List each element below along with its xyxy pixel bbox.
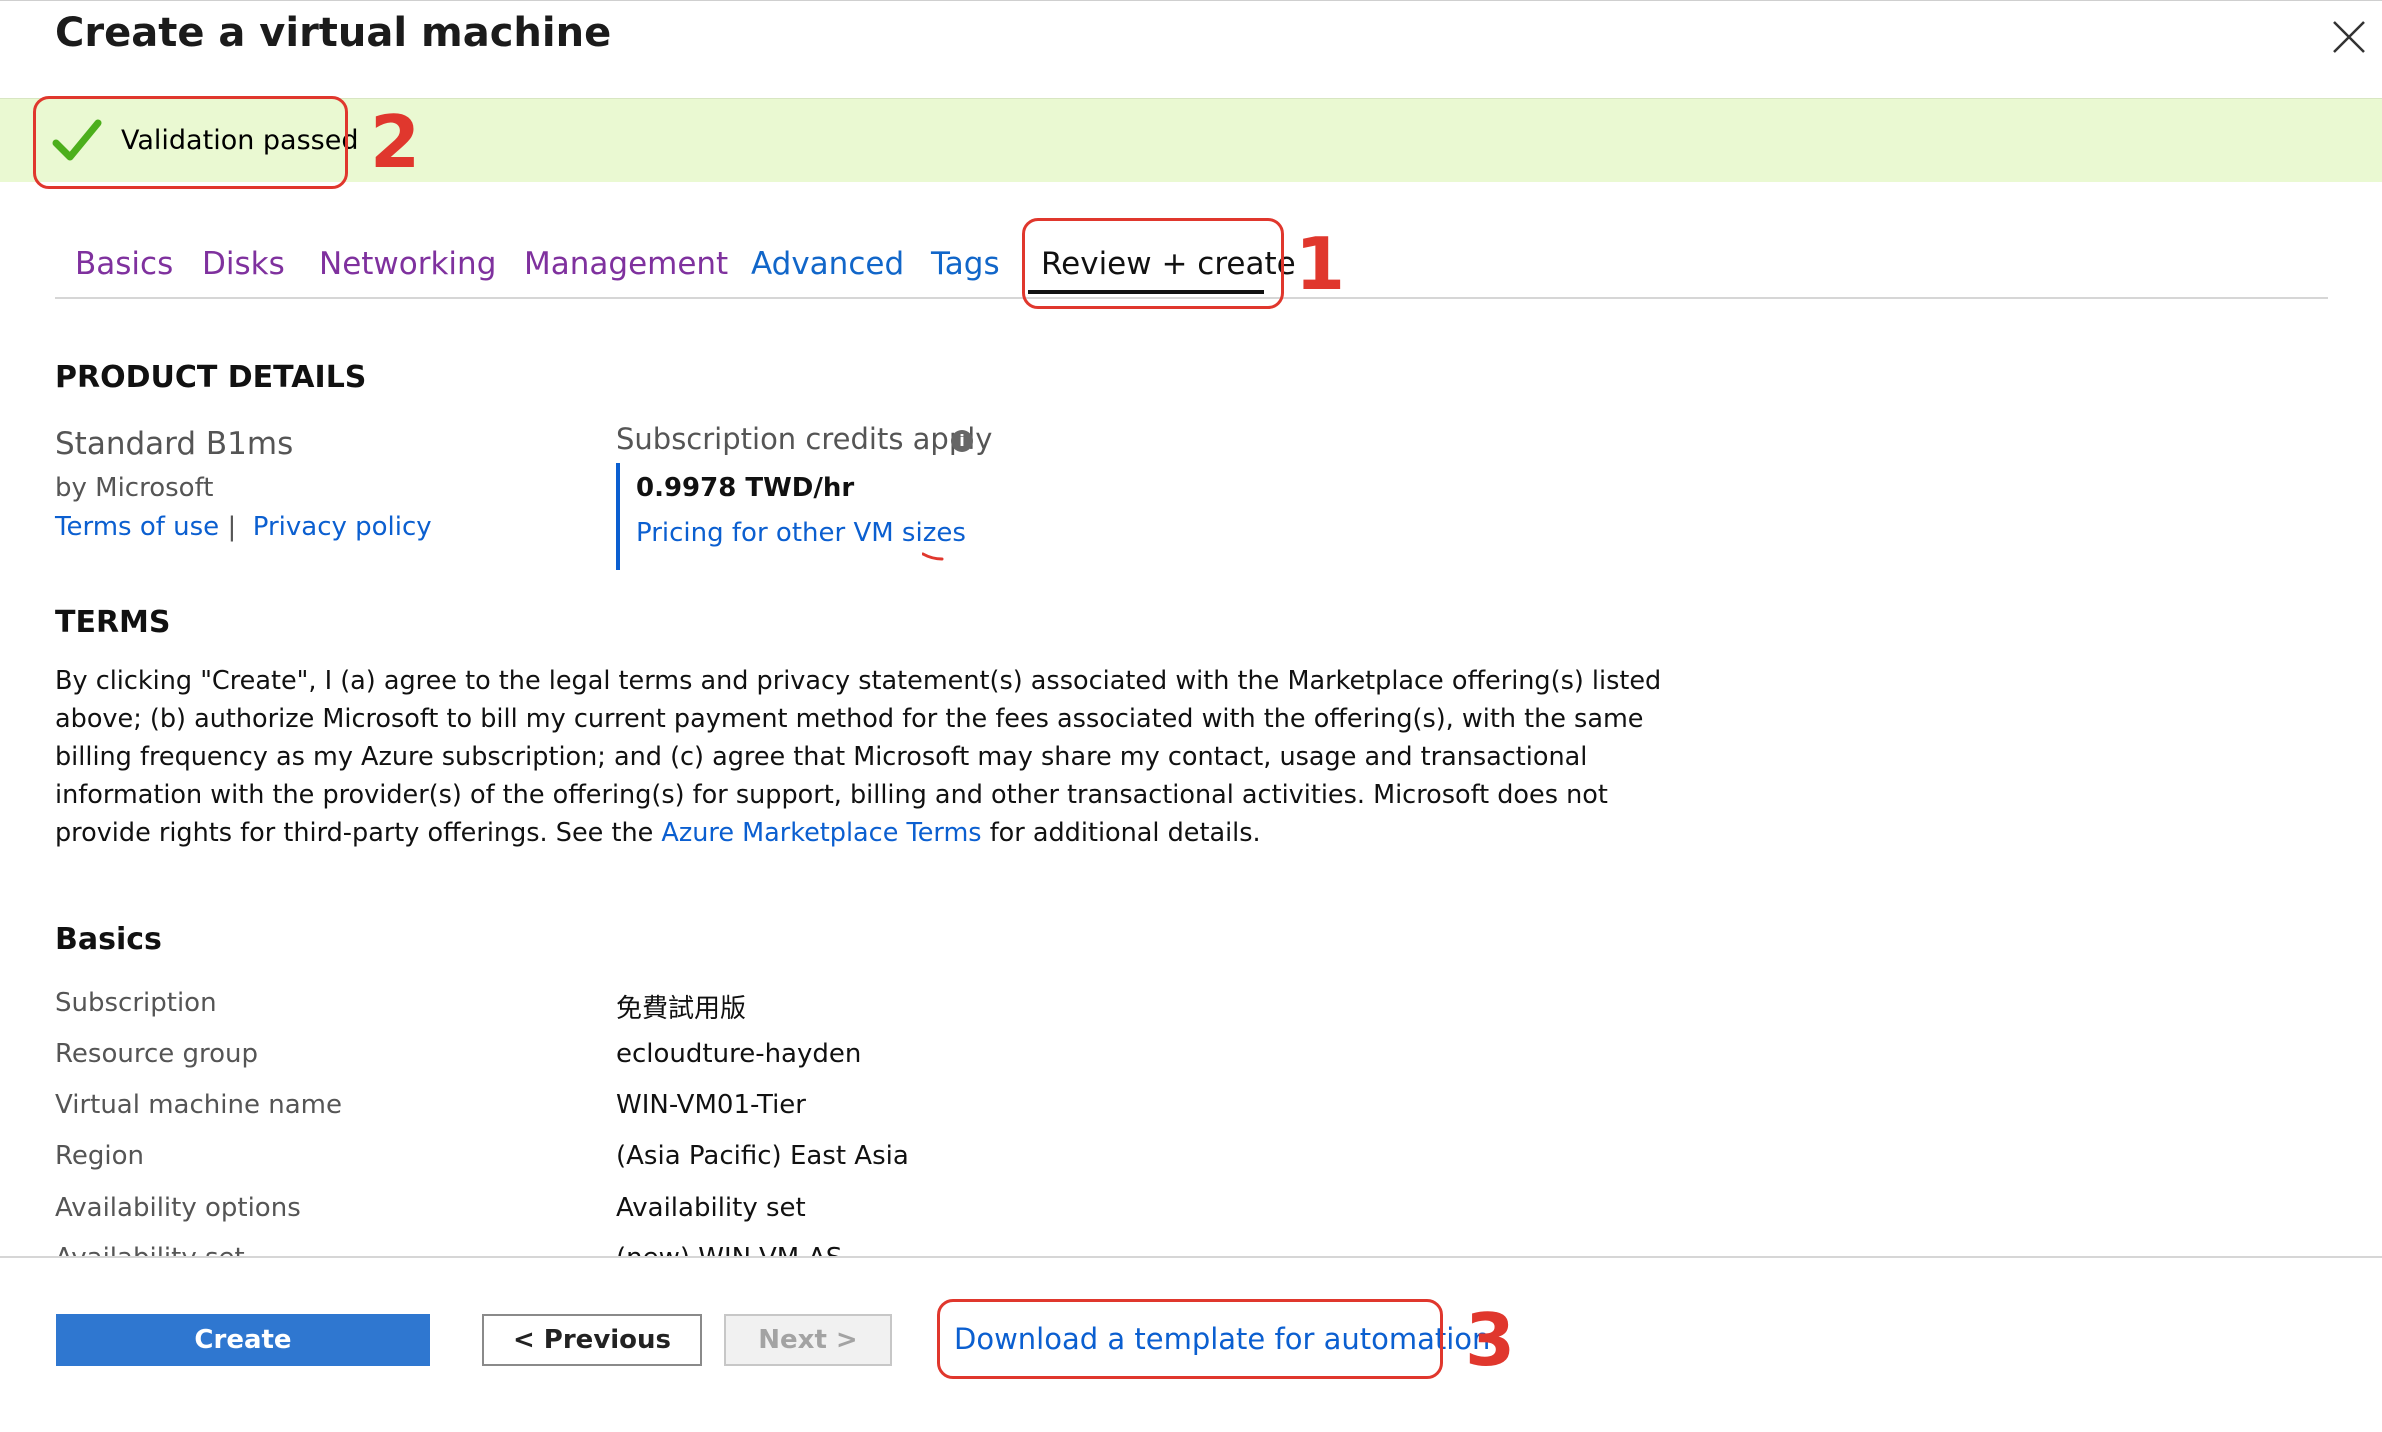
tab-advanced[interactable]: Advanced xyxy=(751,246,904,282)
row-label-availability-options: Availability options xyxy=(55,1193,301,1223)
annotation-number-2: 2 xyxy=(370,100,421,184)
annotation-box-review-tab xyxy=(1022,218,1284,309)
row-label-subscription: Subscription xyxy=(55,988,217,1018)
product-name: Standard B1ms xyxy=(55,426,294,462)
annotation-box-validation xyxy=(33,96,348,189)
row-label-region: Region xyxy=(55,1141,145,1171)
close-icon[interactable] xyxy=(2330,18,2368,56)
tab-basics[interactable]: Basics xyxy=(75,246,173,282)
row-value-vm-name: WIN-VM01-Tier xyxy=(616,1090,806,1120)
product-links: Terms of use | Privacy policy xyxy=(55,512,432,542)
terms-body: By clicking "Create", I (a) agree to the… xyxy=(55,662,1675,852)
basics-heading: Basics xyxy=(55,922,162,957)
tab-tags[interactable]: Tags xyxy=(931,246,1000,282)
row-value-region: (Asia Pacific) East Asia xyxy=(616,1141,909,1171)
link-separator: | xyxy=(227,512,237,542)
previous-button[interactable]: < Previous xyxy=(482,1314,702,1366)
next-button[interactable]: Next > xyxy=(724,1314,892,1366)
privacy-policy-link[interactable]: Privacy policy xyxy=(253,512,432,542)
row-value-resource-group: ecloudture-hayden xyxy=(616,1039,862,1069)
product-details-heading: PRODUCT DETAILS xyxy=(55,360,367,395)
page-title: Create a virtual machine xyxy=(55,10,612,56)
price-value: 0.9978 TWD/hr xyxy=(636,473,855,503)
terms-heading: TERMS xyxy=(55,605,171,640)
terms-of-use-link[interactable]: Terms of use xyxy=(55,512,219,542)
azure-marketplace-terms-link[interactable]: Azure Marketplace Terms xyxy=(661,818,981,848)
product-publisher: by Microsoft xyxy=(55,473,214,503)
terms-body-tail: for additional details. xyxy=(989,818,1261,848)
row-label-resource-group: Resource group xyxy=(55,1039,259,1069)
row-value-subscription: 免費試用版 xyxy=(616,994,747,1024)
annotation-number-1: 1 xyxy=(1295,222,1346,306)
pen-mark xyxy=(922,552,944,561)
credits-accent-bar xyxy=(616,463,620,570)
credits-label: Subscription credits apply xyxy=(616,422,993,456)
annotation-box-download xyxy=(937,1299,1443,1379)
info-icon[interactable]: i xyxy=(951,430,973,452)
footer-divider xyxy=(0,1256,2382,1258)
tab-disks[interactable]: Disks xyxy=(202,246,285,282)
annotation-number-3: 3 xyxy=(1465,1298,1516,1382)
top-border xyxy=(0,0,2382,1)
create-button[interactable]: Create xyxy=(56,1314,430,1366)
pricing-other-sizes-link[interactable]: Pricing for other VM sizes xyxy=(636,518,966,548)
row-value-availability-options: Availability set xyxy=(616,1193,806,1223)
tab-networking[interactable]: Networking xyxy=(319,246,496,282)
tab-management[interactable]: Management xyxy=(524,246,728,282)
row-label-vm-name: Virtual machine name xyxy=(55,1090,342,1120)
